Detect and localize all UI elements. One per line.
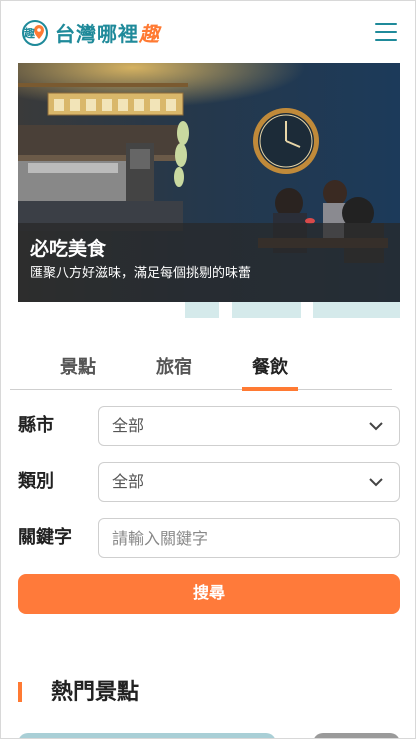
keyword-label: 關鍵字	[18, 527, 72, 548]
hero-title: 必吃美食	[30, 238, 107, 260]
logo-pin-icon: 趣	[21, 19, 49, 47]
category-row: 類別 全部	[18, 462, 400, 502]
category-tabs: 景點 旅宿 餐飲	[10, 353, 392, 391]
city-select[interactable]: 全部	[98, 406, 400, 446]
attraction-card[interactable]	[18, 733, 276, 738]
search-button[interactable]: 搜尋	[18, 574, 400, 614]
city-select-value: 全部	[112, 416, 145, 435]
hero-subtitle: 匯聚八方好滋味，滿足每個挑剔的味蕾	[30, 266, 252, 281]
keyword-row: 關鍵字	[18, 518, 400, 558]
logo[interactable]: 趣 台灣哪裡趣	[21, 18, 160, 47]
chevron-down-icon	[369, 478, 383, 487]
tab-hotels[interactable]: 旅宿	[144, 353, 204, 390]
hero-banner[interactable]: 必吃美食 匯聚八方好滋味，滿足每個挑剔的味蕾	[18, 63, 400, 302]
category-select-value: 全部	[112, 472, 145, 491]
city-label: 縣市	[18, 415, 54, 436]
logo-text: 台灣哪裡趣	[55, 18, 160, 47]
chevron-down-icon	[369, 422, 383, 431]
logo-main-text: 台灣哪裡	[55, 22, 139, 46]
category-select[interactable]: 全部	[98, 462, 400, 502]
tab-restaurants[interactable]: 餐飲	[240, 353, 300, 391]
logo-mark-char: 趣	[24, 26, 35, 40]
city-row: 縣市 全部	[18, 406, 400, 446]
hero-caption: 必吃美食 匯聚八方好滋味，滿足每個挑剔的味蕾	[18, 223, 400, 302]
site-header: 趣 台灣哪裡趣	[1, 1, 415, 63]
keyword-input[interactable]	[98, 518, 400, 558]
section-accent-bar	[18, 682, 22, 702]
tab-attractions[interactable]: 景點	[48, 353, 108, 390]
popular-section-title: 熱門景點	[51, 680, 140, 705]
category-label: 類別	[18, 471, 54, 492]
attraction-card[interactable]	[313, 733, 400, 738]
page: 趣 台灣哪裡趣 必吃美食 匯聚八方好滋味，滿足每個挑剔的味蕾 景點 旅宿 餐飲 …	[0, 0, 416, 739]
logo-accent-text: 趣	[139, 22, 160, 46]
menu-icon[interactable]	[375, 23, 397, 41]
